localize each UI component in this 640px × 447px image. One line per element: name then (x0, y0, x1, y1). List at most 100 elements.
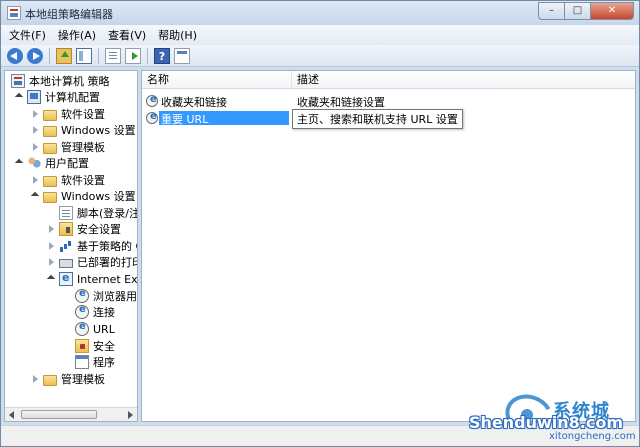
tree-item-label: 脚本(登录/注 (77, 207, 138, 220)
tree-item-user-admin-templates[interactable]: 管理模板 (31, 371, 105, 387)
back-arrow-icon[interactable] (7, 47, 23, 64)
minimize-button[interactable]: – (538, 2, 564, 20)
window-title: 本地组策略编辑器 (25, 8, 113, 21)
list-item-name[interactable]: 收藏夹和链接 (161, 94, 227, 110)
tree-item-label: 连接 (93, 306, 115, 319)
script-icon (59, 206, 73, 220)
tree-item-label: 基于策略的 Q (77, 240, 138, 253)
policy-icon (11, 74, 25, 88)
folder-icon (43, 125, 57, 137)
tree-item-label: 用户配置 (45, 157, 89, 170)
printer-icon (59, 259, 73, 268)
bar-chart-icon (59, 239, 73, 253)
tree-item-label: Windows 设置 (61, 190, 136, 203)
close-button[interactable]: ✕ (590, 2, 634, 20)
tree-item-policy-qos[interactable]: 基于策略的 Q (47, 238, 138, 254)
toolbar-separator (49, 47, 50, 64)
tree-item-label: 程序 (93, 356, 115, 369)
tree-item-label: 管理模板 (61, 373, 105, 386)
menu-bar: 文件(F) 操作(A) 查看(V) 帮助(H) (1, 25, 639, 45)
tree-item-security[interactable]: 安全 (63, 338, 115, 354)
tree-item-deployed-printers[interactable]: 已部署的打印 (47, 254, 137, 270)
list-item-description-tooltip: 主页、搜索和联机支持 URL 设置 (292, 109, 463, 129)
tree-item-computer-config[interactable]: 计算机配置 (15, 89, 100, 105)
tree-item-software-settings[interactable]: 软件设置 (31, 106, 105, 122)
group-policy-app-icon (7, 6, 21, 20)
column-header-description[interactable]: 描述 (292, 71, 635, 89)
console-tree[interactable]: 本地计算机 策略 计算机配置 软件设置 Windows 设置 管理模板 用户配置 (4, 70, 138, 422)
tree-item-internet-explorer[interactable]: Internet Exp (47, 271, 138, 287)
collapse-arrow-icon[interactable] (31, 109, 40, 119)
properties-icon[interactable] (174, 47, 190, 64)
security-lock-icon (75, 339, 89, 353)
collapse-arrow-icon[interactable] (31, 142, 40, 152)
status-bar (1, 425, 639, 446)
ie-node-icon (75, 288, 89, 303)
tree-item-label: 安全设置 (77, 223, 121, 236)
folder-icon (43, 175, 57, 187)
users-icon (27, 156, 41, 170)
toolbar-separator (147, 47, 148, 64)
ie-node-icon (75, 321, 89, 336)
expand-arrow-icon[interactable] (15, 159, 24, 168)
tree-item-user-windows-settings[interactable]: Windows 设置 (31, 188, 136, 204)
collapse-arrow-icon[interactable] (47, 257, 56, 267)
tree-item-label: 本地计算机 策略 (29, 75, 110, 88)
scroll-thumb[interactable] (21, 410, 97, 419)
tree-horizontal-scrollbar[interactable] (5, 407, 137, 421)
tree-item-label: 计算机配置 (45, 91, 100, 104)
internet-explorer-icon (59, 271, 73, 286)
scroll-left-icon[interactable] (7, 410, 17, 420)
expand-arrow-icon[interactable] (31, 192, 40, 201)
tree-item-label: Internet Exp (77, 272, 138, 286)
export-icon[interactable] (125, 47, 141, 64)
list-item-description: 收藏夹和链接设置 (297, 96, 385, 109)
tree-item-local-computer-policy[interactable]: 本地计算机 策略 (11, 73, 110, 89)
tree-item-label: 安全 (93, 340, 115, 353)
tree-item-windows-settings[interactable]: Windows 设置 (31, 122, 136, 138)
toolbar-separator (98, 47, 99, 64)
folder-icon (43, 142, 57, 154)
help-icon[interactable]: ? (154, 47, 170, 64)
program-window-icon (75, 355, 89, 369)
tree-item-connection[interactable]: 连接 (63, 304, 115, 320)
ie-node-icon (146, 111, 158, 124)
tree-item-label: 浏览器用户 (93, 290, 137, 303)
tree-item-label: Windows 设置 (61, 124, 136, 137)
collapse-arrow-icon[interactable] (31, 125, 40, 135)
show-tree-icon[interactable] (76, 47, 92, 64)
tree-item-admin-templates[interactable]: 管理模板 (31, 139, 105, 155)
tree-item-label: 管理模板 (61, 141, 105, 154)
up-folder-icon[interactable] (56, 47, 72, 64)
caption-buttons: – □ ✕ (538, 2, 634, 20)
export-list-icon[interactable] (105, 47, 121, 64)
tree-item-browser-ui[interactable]: 浏览器用户 (63, 288, 137, 304)
folder-icon (43, 109, 57, 121)
menu-view[interactable]: 查看(V) (108, 27, 146, 43)
tree-item-user-config[interactable]: 用户配置 (15, 155, 89, 171)
maximize-button[interactable]: □ (564, 2, 590, 20)
list-item-name-selected[interactable]: 重要 URL (159, 111, 289, 126)
collapse-arrow-icon[interactable] (31, 374, 40, 384)
tree-item-url[interactable]: URL (63, 321, 115, 337)
details-pane[interactable]: 名称 描述 收藏夹和链接 收藏夹和链接设置 重要 URL 主页、搜索和联机支持 … (141, 70, 636, 422)
collapse-arrow-icon[interactable] (47, 241, 56, 251)
expand-arrow-icon[interactable] (15, 93, 24, 102)
tree-item-security-settings[interactable]: 安全设置 (47, 221, 121, 237)
tree-item-scripts[interactable]: 脚本(登录/注 (47, 205, 138, 221)
tree-item-user-software-settings[interactable]: 软件设置 (31, 172, 105, 188)
menu-file[interactable]: 文件(F) (9, 27, 46, 43)
tree-item-programs[interactable]: 程序 (63, 354, 115, 370)
menu-help[interactable]: 帮助(H) (158, 27, 197, 43)
scroll-right-icon[interactable] (125, 410, 135, 420)
title-bar[interactable]: 本地组策略编辑器 – □ ✕ (1, 1, 639, 25)
forward-arrow-icon[interactable] (27, 47, 43, 64)
folder-icon (43, 374, 57, 386)
collapse-arrow-icon[interactable] (31, 175, 40, 185)
toolbar: ? (1, 45, 639, 67)
collapse-arrow-icon[interactable] (47, 224, 56, 234)
expand-arrow-icon[interactable] (47, 275, 56, 284)
column-header-name[interactable]: 名称 (142, 71, 292, 89)
computer-icon (27, 90, 41, 104)
menu-action[interactable]: 操作(A) (58, 27, 96, 43)
